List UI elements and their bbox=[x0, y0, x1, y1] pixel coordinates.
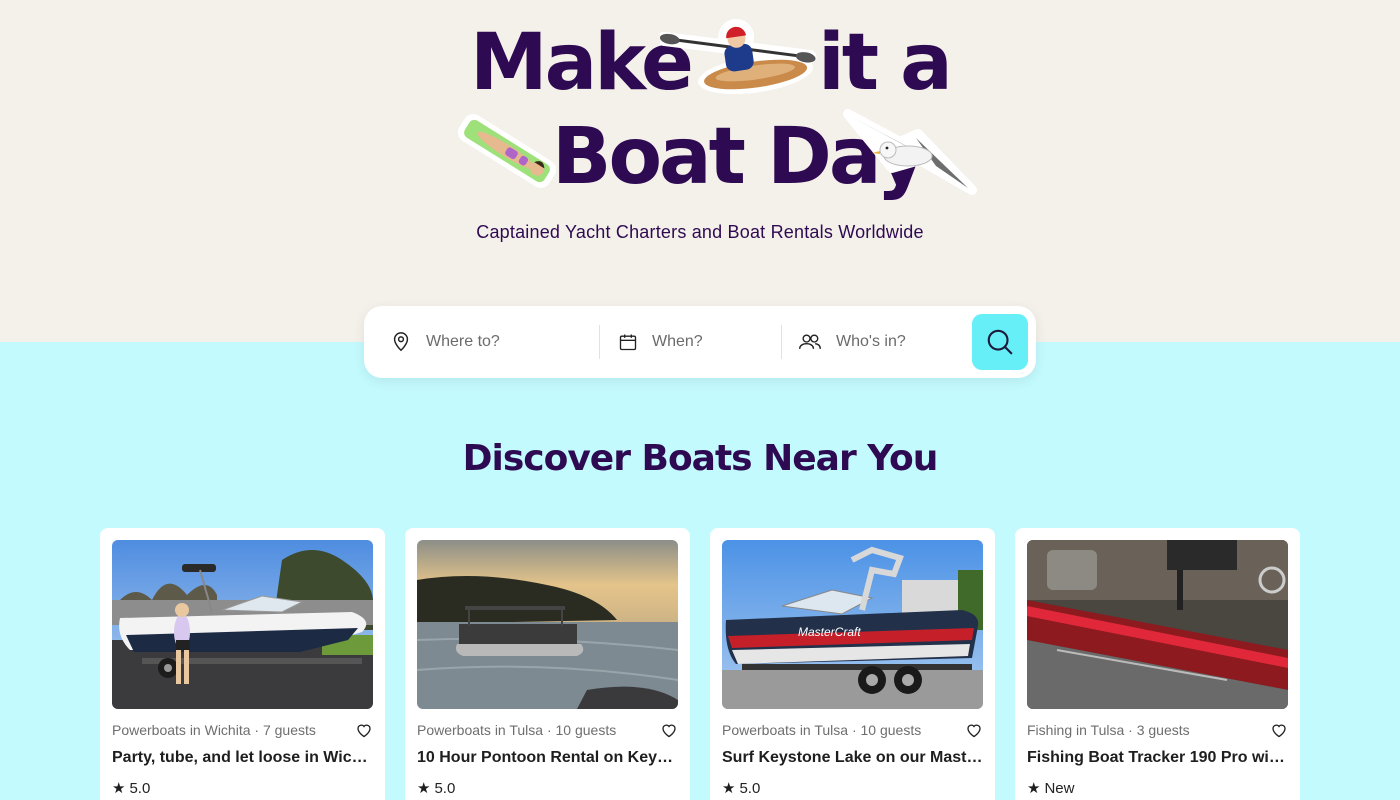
listing-card[interactable]: Powerboats in Tulsa · 10 guests 10 Hour … bbox=[405, 528, 690, 800]
where-placeholder: Where to? bbox=[426, 333, 500, 350]
guests-placeholder: Who's in? bbox=[836, 333, 906, 350]
listing-photo[interactable] bbox=[112, 540, 373, 709]
listing-photo[interactable] bbox=[417, 540, 678, 709]
kayaker-sticker bbox=[660, 18, 817, 95]
sunbather-sticker bbox=[457, 113, 557, 189]
star-icon: ★ bbox=[722, 780, 736, 797]
section-title: Discover Boats Near You bbox=[462, 438, 939, 479]
search-divider bbox=[599, 325, 600, 359]
listing-title[interactable]: Surf Keystone Lake on our MasterCraft bbox=[722, 749, 983, 767]
calendar-icon bbox=[619, 334, 637, 351]
heart-icon[interactable] bbox=[966, 723, 982, 738]
search-button[interactable] bbox=[972, 314, 1028, 370]
when-placeholder: When? bbox=[652, 333, 703, 350]
rating-value: 5.0 bbox=[739, 779, 761, 797]
listing-title[interactable]: Party, tube, and let loose in Wichita bbox=[112, 749, 373, 767]
people-icon bbox=[799, 334, 821, 349]
guests-field[interactable]: Who's in? bbox=[798, 306, 968, 378]
seagull-sticker bbox=[843, 109, 977, 195]
listing-title[interactable]: 10 Hour Pontoon Rental on Keystone Lake bbox=[417, 749, 678, 767]
listing-rating: ★ 5.0 bbox=[722, 779, 761, 798]
star-icon: ★ bbox=[112, 780, 126, 797]
listing-card[interactable]: Fishing in Tulsa · 3 guests Fishing Boat… bbox=[1015, 528, 1300, 800]
heart-icon[interactable] bbox=[1271, 723, 1287, 738]
listing-photo[interactable] bbox=[1027, 540, 1288, 709]
heart-icon[interactable] bbox=[661, 723, 677, 738]
location-pin-icon bbox=[393, 332, 409, 352]
listing-title[interactable]: Fishing Boat Tracker 190 Pro with Trolli… bbox=[1027, 749, 1288, 767]
listing-meta: Powerboats in Wichita · 7 guests bbox=[112, 722, 316, 738]
listing-meta: Powerboats in Tulsa · 10 guests bbox=[722, 722, 922, 738]
listing-rating: ★ 5.0 bbox=[417, 779, 456, 798]
hero-title-make: Make bbox=[470, 18, 694, 108]
listing-rating: ★ New bbox=[1027, 779, 1075, 798]
search-icon bbox=[987, 329, 1013, 355]
where-field[interactable]: Where to? bbox=[390, 306, 590, 378]
listing-rating: ★ 5.0 bbox=[112, 779, 151, 798]
when-field[interactable]: When? bbox=[618, 306, 778, 378]
listing-photo[interactable]: MasterCraft bbox=[722, 540, 983, 709]
star-icon: ★ bbox=[417, 780, 431, 797]
hero-subtitle: Captained Yacht Charters and Boat Rental… bbox=[476, 222, 924, 242]
listing-card[interactable]: MasterCraft Powerboats in Tulsa · 10 gue… bbox=[710, 528, 995, 800]
hero-title-it-a: it a bbox=[818, 18, 953, 108]
rating-value: New bbox=[1044, 779, 1075, 797]
listing-card[interactable]: Powerboats in Wichita · 7 guests Party, … bbox=[100, 528, 385, 800]
search-bar: Where to? When? Who's in? bbox=[364, 306, 1036, 378]
svg-text:MasterCraft: MasterCraft bbox=[798, 625, 861, 639]
rating-value: 5.0 bbox=[434, 779, 456, 797]
rating-value: 5.0 bbox=[129, 779, 151, 797]
listing-meta: Powerboats in Tulsa · 10 guests bbox=[417, 722, 617, 738]
search-divider bbox=[781, 325, 782, 359]
star-icon: ★ bbox=[1027, 780, 1041, 797]
heart-icon[interactable] bbox=[356, 723, 372, 738]
listing-meta: Fishing in Tulsa · 3 guests bbox=[1027, 722, 1190, 738]
